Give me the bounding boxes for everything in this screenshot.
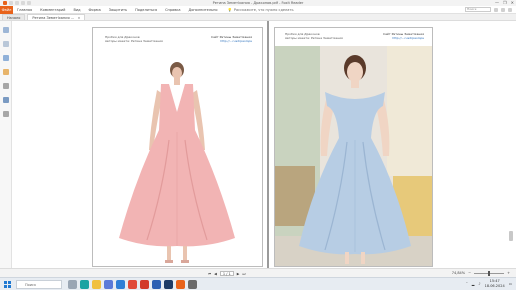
next-page-button[interactable]: ▶ <box>237 272 240 276</box>
zoom-controls: 74,84% − + <box>452 270 510 276</box>
explorer-icon[interactable] <box>92 280 101 289</box>
windows-start-icon[interactable] <box>4 281 11 288</box>
doc-tab-label: Начало <box>7 16 21 20</box>
ribbon-right-tools: Поиск <box>465 7 512 12</box>
yandex-icon[interactable] <box>140 280 149 289</box>
chevron-up-icon[interactable]: ˄ <box>466 282 468 286</box>
media-icon[interactable] <box>188 280 197 289</box>
page-navigation: ⏮ ◀ 1 / 1 ▶ ⏭ <box>208 271 246 276</box>
ribbon-search-input[interactable]: Поиск <box>465 7 491 12</box>
settings-icon[interactable] <box>501 7 505 12</box>
document-tab-strip: Начало Ретина Земетіхания ... × <box>0 14 516 21</box>
header-link[interactable]: http://...rusdrpaolops <box>211 39 252 43</box>
tab-share[interactable]: Поделиться <box>131 6 161 14</box>
notifications-icon[interactable]: ▭ <box>509 282 512 286</box>
header-line: Авторы макета: Ретина Земетіхания <box>105 39 163 43</box>
page-divider <box>267 21 269 268</box>
tab-protect[interactable]: Защитить <box>105 6 131 14</box>
prev-page-button[interactable]: ◀ <box>214 272 217 276</box>
system-clock[interactable]: 15:47 18.06.2024 <box>485 279 505 289</box>
zoom-value[interactable]: 74,84% <box>452 271 465 275</box>
page-number-input[interactable]: 1 / 1 <box>219 271 234 276</box>
network-icon[interactable]: ▂ <box>472 282 475 286</box>
zoom-slider[interactable] <box>474 270 505 276</box>
page-header-right: Сайт Ретины Земетіхания http://...rusdrp… <box>383 32 424 40</box>
page-header-right: Сайт Ретины Земетіхания http://...rusdrp… <box>211 35 252 43</box>
foxit-icon[interactable] <box>176 280 185 289</box>
windows-taskbar: Поиск ˄ ▂ ♪ 15:47 18.06.2024 ▭ <box>0 277 516 290</box>
header-line: Авторы макета: Ретина Земетіхания <box>285 36 343 40</box>
zoom-out-button[interactable]: − <box>468 271 471 275</box>
attachment-icon[interactable] <box>3 83 9 89</box>
tab-comment[interactable]: Комментарий <box>36 6 69 14</box>
photoshop-icon[interactable] <box>164 280 173 289</box>
system-tray: ˄ ▂ ♪ 15:47 18.06.2024 ▭ <box>466 279 512 289</box>
tools-icon[interactable] <box>3 111 9 117</box>
layers-icon[interactable] <box>3 55 9 61</box>
pages-icon[interactable] <box>3 41 9 47</box>
ribbon-tabs: Файл Главная Комментарий Вид Форма Защит… <box>0 5 516 14</box>
signature-icon[interactable] <box>3 97 9 103</box>
tab-extra[interactable]: Дополнительно <box>185 6 222 14</box>
search-icon[interactable] <box>494 7 498 12</box>
tab-help[interactable]: Справка <box>161 6 184 14</box>
page-header-left: Пробки для Драконов Авторы макета: Ретин… <box>285 32 343 40</box>
store-icon[interactable] <box>104 280 113 289</box>
lightbulb-icon: 💡 <box>227 7 232 12</box>
scroll-thumb[interactable] <box>509 231 513 241</box>
zoom-slider-knob[interactable] <box>488 270 491 276</box>
tab-view[interactable]: Вид <box>69 6 84 14</box>
volume-icon[interactable]: ♪ <box>478 282 480 286</box>
vertical-scrollbar[interactable] <box>509 21 513 268</box>
doc-tab-start[interactable]: Начало <box>2 14 26 20</box>
last-page-button[interactable]: ⏭ <box>242 272 245 276</box>
doc-tab-label: Ретина Земетіхания ... <box>32 16 75 20</box>
file-menu-button[interactable]: Файл <box>0 5 13 14</box>
header-link[interactable]: http://...rusdrpaolops <box>383 36 424 40</box>
pdf-page-left: Пробки для Драконов Авторы макета: Ретин… <box>92 27 263 267</box>
mail-icon[interactable] <box>116 280 125 289</box>
page-header-left: Пробки для Драконов Авторы макета: Ретин… <box>105 35 163 43</box>
edge-icon[interactable] <box>80 280 89 289</box>
task-view-icon[interactable] <box>68 280 77 289</box>
taskbar-search-text: Поиск <box>25 283 37 287</box>
window-title: Ретина Земетіхания - Драконов.pdf - Foxi… <box>212 1 304 5</box>
pink-dress-photo <box>107 60 247 266</box>
taskbar-apps <box>68 280 197 289</box>
user-icon[interactable] <box>508 7 512 12</box>
tell-me-box[interactable]: 💡 Расскажите, что нужно сделать <box>228 8 294 12</box>
taskbar-search-input[interactable]: Поиск <box>16 280 62 289</box>
tell-me-text: Расскажите, что нужно сделать <box>233 7 294 12</box>
clock-date: 18.06.2024 <box>484 284 505 288</box>
blue-dress-photo <box>275 46 432 266</box>
bookmark-icon[interactable] <box>3 27 9 33</box>
status-bar: ⏮ ◀ 1 / 1 ▶ ⏭ 74,84% − + <box>0 268 516 277</box>
chrome-icon[interactable] <box>128 280 137 289</box>
first-page-button[interactable]: ⏮ <box>208 272 211 276</box>
navigation-sidebar <box>0 21 12 268</box>
pdf-page-right: Пробки для Драконов Авторы макета: Ретин… <box>274 27 433 267</box>
tab-form[interactable]: Форма <box>85 6 105 14</box>
document-canvas[interactable]: Пробки для Драконов Авторы макета: Ретин… <box>12 21 516 268</box>
tab-home[interactable]: Главная <box>13 6 36 14</box>
word-icon[interactable] <box>152 280 161 289</box>
comments-icon[interactable] <box>3 69 9 75</box>
doc-tab-current[interactable]: Ретина Земетіхания ... × <box>27 14 86 20</box>
zoom-in-button[interactable]: + <box>507 271 510 275</box>
